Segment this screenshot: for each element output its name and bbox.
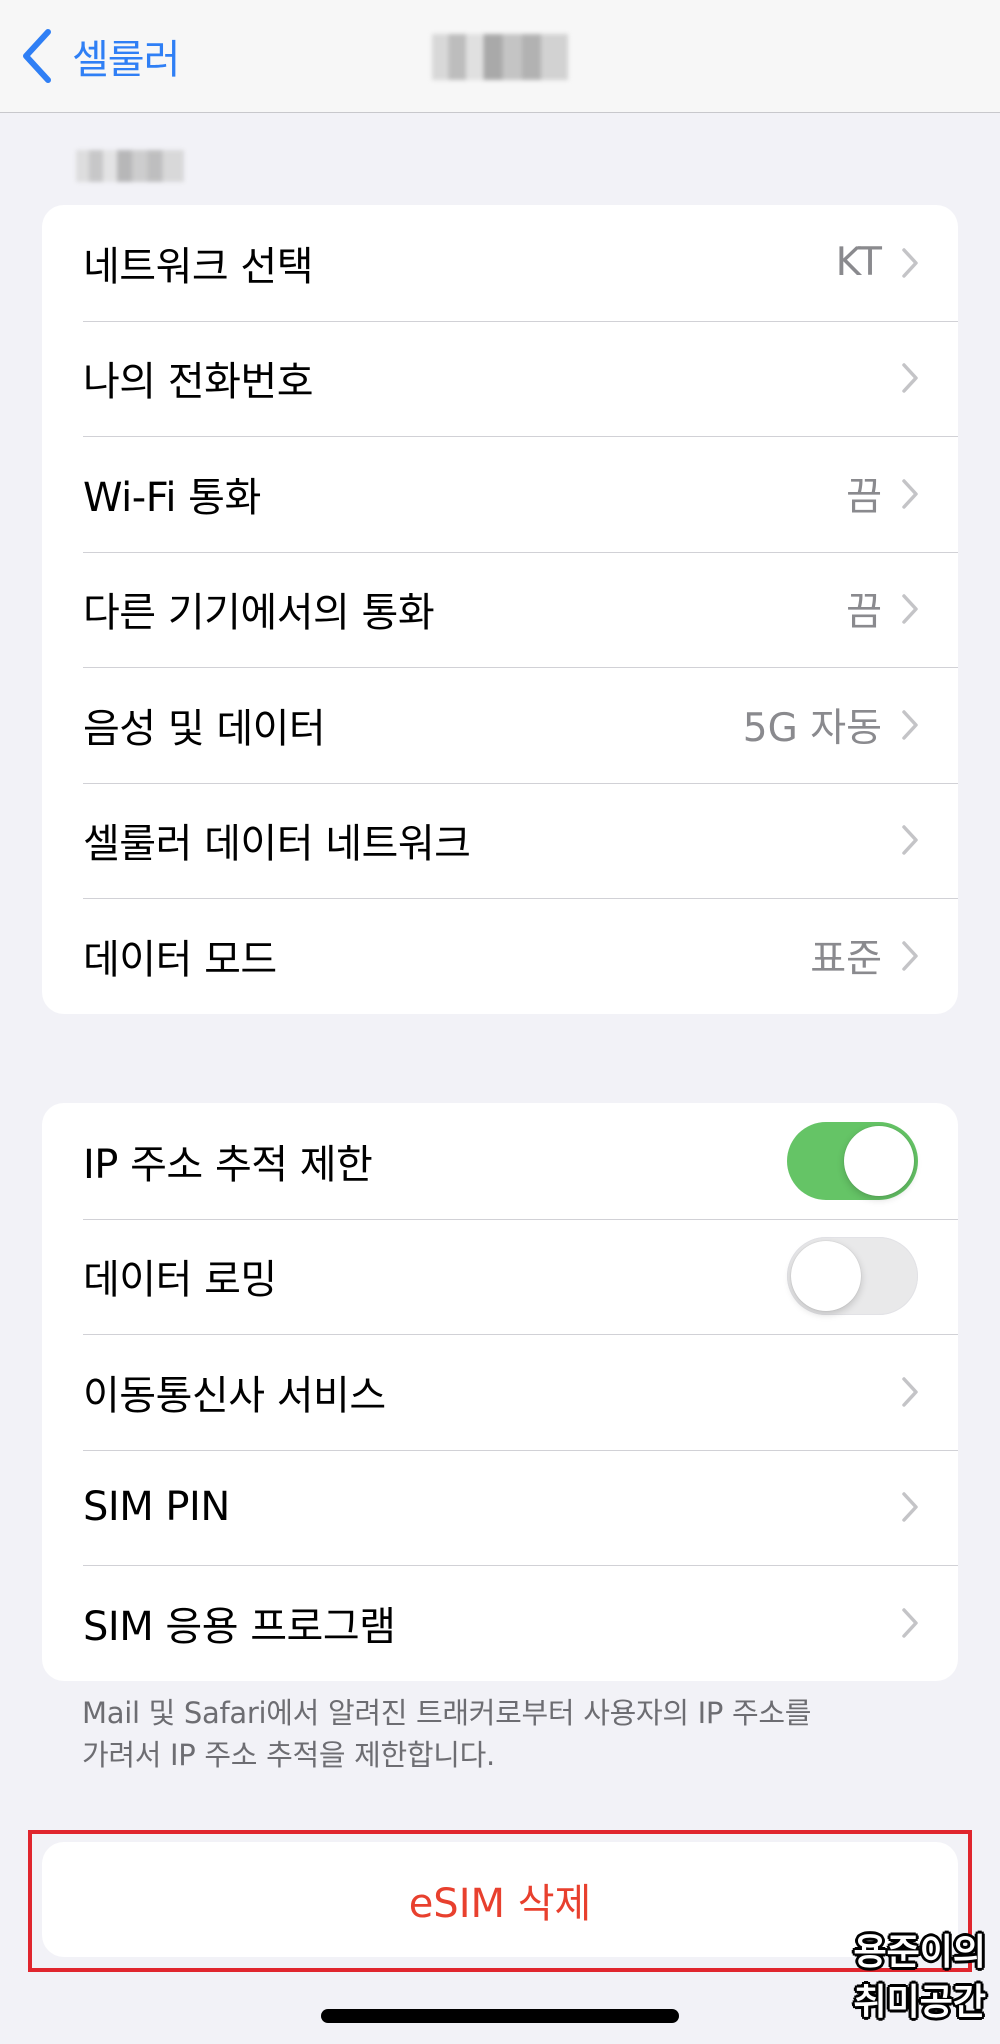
row-label: 음성 및 데이터 — [83, 705, 326, 752]
wifi-calling-row[interactable]: Wi-Fi 통화 끔 — [42, 436, 958, 552]
chevron-right-icon — [902, 1608, 918, 1638]
row-label: 네트워크 선택 — [83, 243, 314, 290]
ip-tracking-footnote: Mail 및 Safari에서 알려진 트래커로부터 사용자의 IP 주소를 가… — [82, 1692, 902, 1776]
row-label: 다른 기기에서의 통화 — [83, 590, 435, 637]
carrier-services-row[interactable]: 이동통신사 서비스 — [42, 1334, 958, 1450]
row-label: 셀룰러 데이터 네트워크 — [83, 821, 471, 868]
home-indicator[interactable] — [321, 2009, 679, 2023]
data-roaming-row: 데이터 로밍 — [42, 1218, 958, 1335]
cellular-settings-group: 네트워크 선택 KT 나의 전화번호 Wi-Fi 통화 끔 다른 기기에서의 통… — [42, 205, 958, 1014]
navigation-bar: 셀룰러 — [0, 0, 1000, 113]
row-label: SIM 응용 프로그램 — [83, 1603, 396, 1650]
chevron-right-icon — [902, 248, 918, 278]
chevron-right-icon — [902, 1492, 918, 1522]
redacted-section-header — [76, 150, 184, 182]
row-label: 나의 전화번호 — [83, 359, 314, 406]
chevron-right-icon — [902, 941, 918, 971]
row-label: 이동통신사 서비스 — [83, 1372, 386, 1419]
toggle-knob — [844, 1125, 914, 1196]
my-phone-number-row[interactable]: 나의 전화번호 — [42, 320, 958, 437]
calls-on-other-devices-row[interactable]: 다른 기기에서의 통화 끔 — [42, 551, 958, 668]
sim-pin-row[interactable]: SIM PIN — [42, 1449, 958, 1566]
cellular-data-network-row[interactable]: 셀룰러 데이터 네트워크 — [42, 782, 958, 899]
row-value: 끔 — [846, 590, 882, 636]
sim-applications-row[interactable]: SIM 응용 프로그램 — [42, 1565, 958, 1681]
network-selection-row[interactable]: 네트워크 선택 KT — [42, 205, 958, 321]
data-mode-row[interactable]: 데이터 모드 표준 — [42, 898, 958, 1014]
redacted-title — [432, 34, 568, 80]
footnote-line: 가려서 IP 주소 추적을 제한합니다. — [82, 1738, 495, 1772]
watermark: 용준이의 취미공간 — [826, 1928, 986, 2028]
row-value: 표준 — [810, 936, 882, 982]
chevron-right-icon — [902, 710, 918, 740]
data-roaming-toggle[interactable] — [787, 1237, 918, 1316]
chevron-right-icon — [902, 1377, 918, 1407]
row-label: 데이터 모드 — [83, 936, 277, 983]
row-label: SIM PIN — [83, 1484, 230, 1531]
chevron-right-icon — [902, 363, 918, 393]
row-label: Wi-Fi 통화 — [83, 474, 261, 521]
limit-ip-tracking-toggle[interactable] — [787, 1121, 918, 1200]
chevron-left-icon — [23, 29, 51, 83]
back-label: 셀룰러 — [72, 37, 180, 83]
toggle-knob — [791, 1241, 861, 1312]
voice-and-data-row[interactable]: 음성 및 데이터 5G 자동 — [42, 667, 958, 783]
back-button[interactable]: 셀룰러 — [20, 28, 180, 84]
watermark-line: 취미공간 — [853, 1982, 986, 2023]
row-label: IP 주소 추적 제한 — [83, 1141, 373, 1188]
row-value: 끔 — [846, 474, 882, 520]
chevron-right-icon — [902, 594, 918, 624]
row-value: 5G 자동 — [742, 705, 882, 751]
row-value: KT — [835, 240, 882, 286]
watermark-line: 용준이의 — [853, 1932, 986, 1973]
chevron-right-icon — [902, 479, 918, 509]
chevron-right-icon — [902, 825, 918, 855]
privacy-sim-group: IP 주소 추적 제한 데이터 로밍 이동통신사 서비스 SIM PIN SIM… — [42, 1103, 958, 1681]
row-label: 데이터 로밍 — [83, 1257, 277, 1304]
limit-ip-tracking-row: IP 주소 추적 제한 — [42, 1103, 958, 1219]
footnote-line: Mail 및 Safari에서 알려진 트래커로부터 사용자의 IP 주소를 — [82, 1696, 812, 1730]
